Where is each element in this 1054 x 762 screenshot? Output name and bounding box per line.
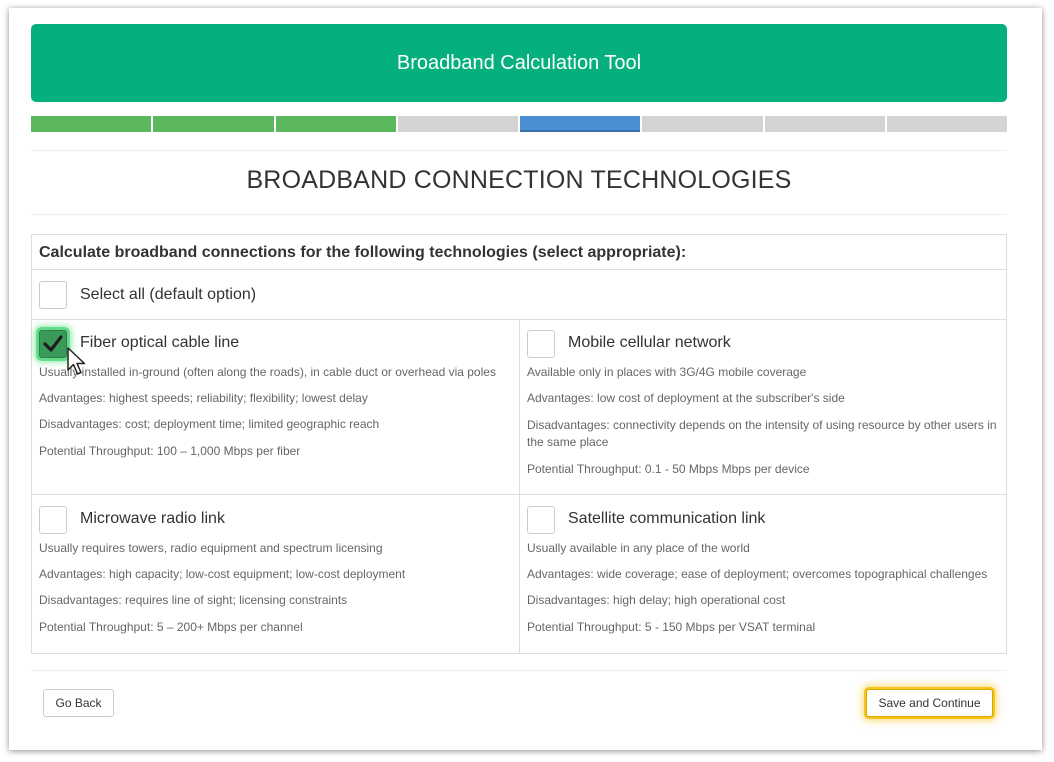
fiber-throughput: Potential Throughput: 100 – 1,000 Mbps p… [39, 444, 301, 458]
microwave-checkbox[interactable] [39, 506, 67, 534]
microwave-throughput: Potential Throughput: 5 – 200+ Mbps per … [39, 620, 303, 634]
fiber-description: Usually installed in-ground (often along… [39, 365, 496, 379]
save-and-continue-button[interactable]: Save and Continue [866, 689, 993, 717]
progress-step-2 [153, 116, 274, 132]
panel-heading: Calculate broadband connections for the … [32, 235, 1006, 270]
progress-step-1 [31, 116, 152, 132]
divider [31, 214, 1007, 215]
mobile-disadvantages: Disadvantages: connectivity depends on t… [527, 418, 997, 449]
tech-option-microwave: Microwave radio link Usually requires to… [32, 495, 519, 653]
microwave-label: Microwave radio link [80, 510, 225, 527]
select-all-checkbox[interactable] [39, 281, 67, 309]
tech-option-mobile: Mobile cellular network Available only i… [520, 319, 1007, 494]
progress-step-7 [764, 116, 885, 132]
mobile-label: Mobile cellular network [568, 334, 731, 351]
microwave-description: Usually requires towers, radio equipment… [39, 541, 383, 555]
satellite-checkbox[interactable] [527, 506, 555, 534]
mouse-cursor-icon [67, 347, 86, 375]
microwave-advantages: Advantages: high capacity; low-cost equi… [39, 567, 406, 581]
go-back-button[interactable]: Go Back [43, 689, 114, 717]
mobile-advantages: Advantages: low cost of deployment at th… [527, 391, 845, 405]
technology-panel: Calculate broadband connections for the … [31, 234, 1007, 654]
fiber-label: Fiber optical cable line [80, 334, 240, 351]
tech-option-satellite: Satellite communication link Usually ava… [520, 495, 1007, 653]
satellite-throughput: Potential Throughput: 5 - 150 Mbps per V… [527, 620, 816, 634]
microwave-disadvantages: Disadvantages: requires line of sight; l… [39, 593, 348, 607]
satellite-disadvantages: Disadvantages: high delay; high operatio… [527, 593, 786, 607]
fiber-advantages: Advantages: highest speeds; reliability;… [39, 391, 368, 405]
app-title: Broadband Calculation Tool [396, 51, 642, 74]
select-all-row[interactable]: Select all (default option) [32, 271, 1006, 320]
progress-step-6 [642, 116, 763, 132]
tech-option-fiber: Fiber optical cable line Usually install… [32, 319, 519, 494]
mobile-checkbox[interactable] [527, 330, 555, 358]
progress-step-4 [397, 116, 518, 132]
satellite-advantages: Advantages: wide coverage; ease of deplo… [527, 567, 988, 581]
app-header: Broadband Calculation Tool [31, 24, 1007, 102]
mobile-description: Available only in places with 3G/4G mobi… [527, 365, 807, 379]
checkmark-icon [43, 335, 63, 352]
select-all-label: Select all (default option) [80, 286, 257, 303]
progress-step-3 [275, 116, 396, 132]
satellite-label: Satellite communication link [568, 510, 766, 527]
divider [31, 670, 1007, 671]
divider [31, 150, 1007, 151]
fiber-checkbox[interactable] [39, 330, 67, 358]
progress-bar [31, 116, 1007, 132]
mobile-throughput: Potential Throughput: 0.1 - 50 Mbps Mbps… [527, 462, 810, 476]
satellite-description: Usually available in any place of the wo… [527, 541, 750, 555]
progress-step-8 [886, 116, 1007, 132]
page-title: BROADBAND CONNECTION TECHNOLOGIES [246, 166, 792, 194]
progress-step-5-current [520, 116, 641, 132]
fiber-disadvantages: Disadvantages: cost; deployment time; li… [39, 417, 380, 431]
